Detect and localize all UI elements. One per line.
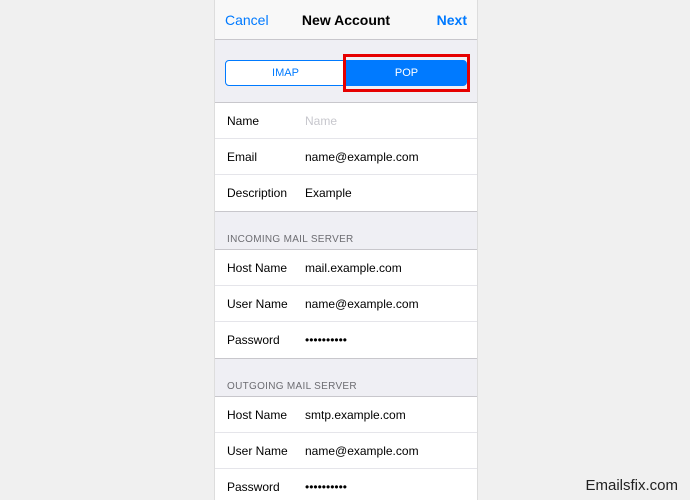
tab-imap[interactable]: IMAP: [225, 60, 346, 86]
outgoing-server-group: Host Name smtp.example.com User Name nam…: [215, 396, 477, 500]
account-info-group: Name Name Email name@example.com Descrip…: [215, 102, 477, 212]
next-button[interactable]: Next: [417, 12, 467, 28]
outgoing-host-label: Host Name: [227, 408, 305, 422]
tab-pop[interactable]: POP: [346, 60, 467, 86]
outgoing-header: OUTGOING MAIL SERVER: [215, 377, 477, 396]
incoming-host-field[interactable]: mail.example.com: [305, 261, 465, 275]
protocol-tabs: IMAP POP: [215, 40, 477, 102]
tab-pop-label: POP: [395, 67, 418, 79]
email-row[interactable]: Email name@example.com: [215, 139, 477, 175]
incoming-password-label: Password: [227, 333, 305, 347]
email-label: Email: [227, 150, 305, 164]
incoming-user-row[interactable]: User Name name@example.com: [215, 286, 477, 322]
email-field[interactable]: name@example.com: [305, 150, 465, 164]
incoming-password-field[interactable]: ••••••••••: [305, 333, 465, 347]
outgoing-user-field[interactable]: name@example.com: [305, 444, 465, 458]
incoming-header: INCOMING MAIL SERVER: [215, 230, 477, 249]
name-label: Name: [227, 114, 305, 128]
incoming-user-field[interactable]: name@example.com: [305, 297, 465, 311]
navigation-bar: Cancel New Account Next: [215, 0, 477, 40]
outgoing-host-row[interactable]: Host Name smtp.example.com: [215, 397, 477, 433]
outgoing-password-field[interactable]: ••••••••••: [305, 480, 465, 494]
incoming-host-row[interactable]: Host Name mail.example.com: [215, 250, 477, 286]
outgoing-password-row[interactable]: Password ••••••••••: [215, 469, 477, 500]
name-field[interactable]: Name: [305, 114, 465, 128]
incoming-server-group: Host Name mail.example.com User Name nam…: [215, 249, 477, 359]
name-row[interactable]: Name Name: [215, 103, 477, 139]
description-row[interactable]: Description Example: [215, 175, 477, 211]
phone-screen: Cancel New Account Next IMAP POP Name Na…: [214, 0, 478, 500]
outgoing-host-field[interactable]: smtp.example.com: [305, 408, 465, 422]
page-title: New Account: [275, 12, 417, 28]
incoming-password-row[interactable]: Password ••••••••••: [215, 322, 477, 358]
description-field[interactable]: Example: [305, 186, 465, 200]
incoming-host-label: Host Name: [227, 261, 305, 275]
watermark-text: Emailsfix.com: [585, 477, 678, 494]
cancel-button[interactable]: Cancel: [225, 12, 275, 28]
incoming-user-label: User Name: [227, 297, 305, 311]
outgoing-user-label: User Name: [227, 444, 305, 458]
outgoing-user-row[interactable]: User Name name@example.com: [215, 433, 477, 469]
outgoing-password-label: Password: [227, 480, 305, 494]
description-label: Description: [227, 186, 305, 200]
